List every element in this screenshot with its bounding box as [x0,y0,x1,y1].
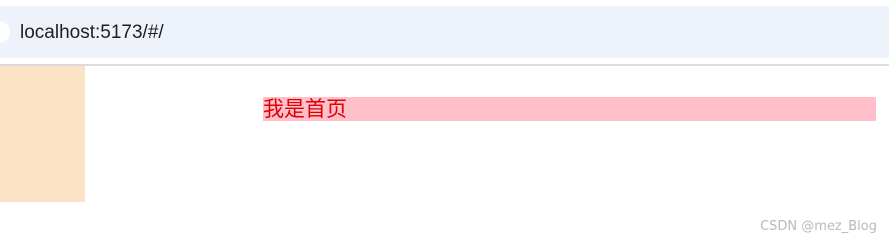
home-banner: 我是首页 [263,97,876,121]
url-text[interactable]: localhost:5173/#/ [20,21,164,45]
url-field[interactable]: localhost:5173/#/ [0,6,889,58]
home-title: 我是首页 [263,97,347,121]
site-info-icon[interactable] [0,21,10,43]
sidebar [0,66,85,202]
main-content: 我是首页 [85,66,889,202]
browser-address-bar: localhost:5173/#/ [0,0,889,58]
watermark: CSDN @mez_Blog [760,219,877,234]
